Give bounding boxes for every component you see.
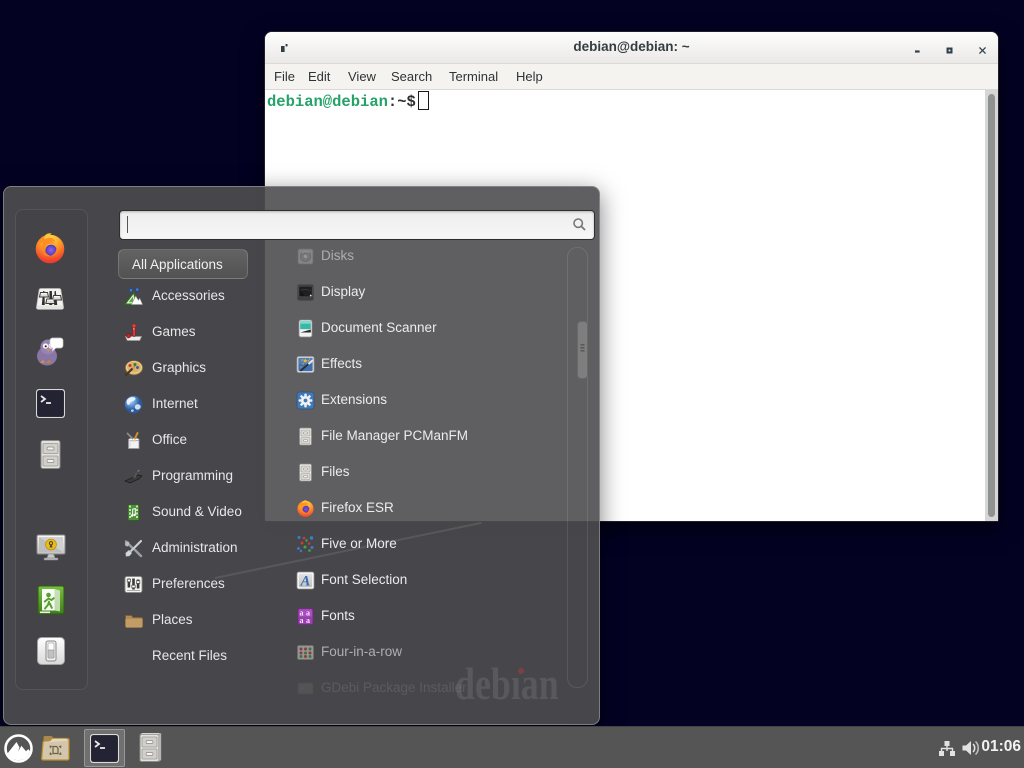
svg-text:A: A — [300, 574, 311, 590]
svg-text:a: a — [300, 616, 304, 625]
svg-text:a: a — [306, 616, 310, 625]
